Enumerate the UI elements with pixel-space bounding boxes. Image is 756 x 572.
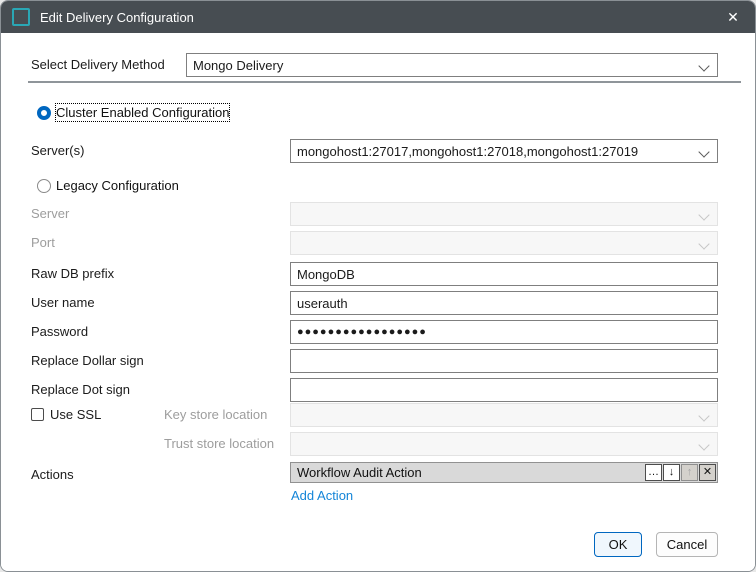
edit-delivery-configuration-dialog: Edit Delivery Configuration ✕ Select Del… (0, 0, 756, 572)
servers-label: Server(s) (31, 139, 84, 163)
app-icon (12, 8, 30, 26)
servers-value: mongohost1:27017,mongohost1:27018,mongoh… (297, 144, 638, 159)
raw-db-prefix-label: Raw DB prefix (31, 262, 114, 286)
trust-store-location-label: Trust store location (164, 432, 274, 456)
use-ssl-checkbox[interactable] (31, 408, 44, 421)
raw-db-prefix-input[interactable]: MongoDB (290, 262, 718, 286)
add-action-link[interactable]: Add Action (291, 488, 353, 503)
chevron-down-icon (698, 238, 709, 249)
replace-dot-sign-input[interactable] (290, 378, 718, 402)
use-ssl-label[interactable]: Use SSL (50, 403, 101, 427)
action-edit-ellipsis-button[interactable]: … (645, 464, 662, 481)
legacy-configuration-radio[interactable] (37, 179, 51, 193)
replace-dot-sign-label: Replace Dot sign (31, 378, 130, 402)
user-name-label: User name (31, 291, 95, 315)
raw-db-prefix-value: MongoDB (297, 267, 355, 282)
close-icon[interactable]: ✕ (711, 1, 755, 33)
action-item-name: Workflow Audit Action (291, 465, 645, 480)
chevron-down-icon (698, 410, 709, 421)
port-label: Port (31, 231, 55, 255)
titlebar: Edit Delivery Configuration ✕ (1, 1, 755, 33)
action-move-up-button: ↑ (681, 464, 698, 481)
chevron-down-icon (698, 60, 709, 71)
chevron-down-icon (698, 209, 709, 220)
legacy-configuration-radio-label[interactable]: Legacy Configuration (56, 177, 179, 194)
delivery-method-label: Select Delivery Method (31, 53, 165, 77)
password-label: Password (31, 320, 88, 344)
replace-dollar-sign-label: Replace Dollar sign (31, 349, 144, 373)
action-move-down-button[interactable]: ↓ (663, 464, 680, 481)
action-delete-button[interactable]: ✕ (699, 464, 716, 481)
password-value: ●●●●●●●●●●●●●●●●● (297, 326, 427, 338)
trust-store-location-combobox (290, 432, 718, 456)
actions-label: Actions (31, 463, 74, 487)
separator (28, 81, 741, 83)
password-input[interactable]: ●●●●●●●●●●●●●●●●● (290, 320, 718, 344)
delivery-method-value: Mongo Delivery (193, 58, 283, 73)
server-label: Server (31, 202, 69, 226)
cluster-enabled-radio-label[interactable]: Cluster Enabled Configuration (56, 104, 229, 121)
chevron-down-icon (698, 146, 709, 157)
user-name-value: userauth (297, 296, 348, 311)
cluster-enabled-radio[interactable] (37, 106, 51, 120)
window-title: Edit Delivery Configuration (40, 10, 711, 25)
replace-dollar-sign-input[interactable] (290, 349, 718, 373)
key-store-location-label: Key store location (164, 403, 267, 427)
key-store-location-combobox (290, 403, 718, 427)
dialog-body: Select Delivery Method Mongo Delivery Cl… (1, 33, 756, 572)
servers-combobox[interactable]: mongohost1:27017,mongohost1:27018,mongoh… (290, 139, 718, 163)
action-list-item[interactable]: Workflow Audit Action … ↓ ↑ ✕ (290, 462, 718, 483)
user-name-input[interactable]: userauth (290, 291, 718, 315)
delivery-method-combobox[interactable]: Mongo Delivery (186, 53, 718, 77)
server-combobox (290, 202, 718, 226)
ok-button[interactable]: OK (594, 532, 642, 557)
chevron-down-icon (698, 439, 709, 450)
cancel-button[interactable]: Cancel (656, 532, 718, 557)
port-combobox (290, 231, 718, 255)
